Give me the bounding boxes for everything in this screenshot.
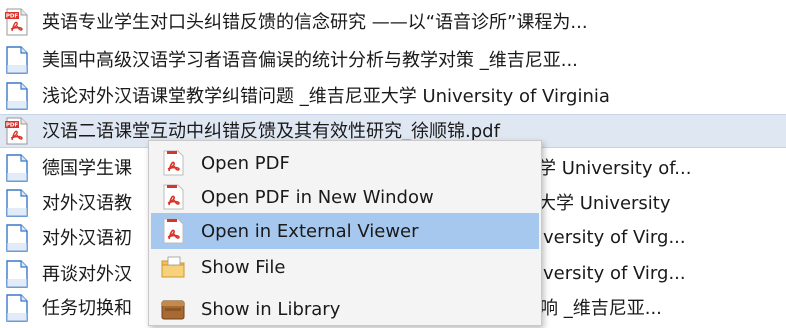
document-icon <box>4 189 30 217</box>
list-item-tail: iversity of Virg... <box>538 222 686 254</box>
menu-item-label: Open PDF in New Window <box>201 186 434 208</box>
library-icon <box>159 295 187 323</box>
list-item[interactable]: 对外汉语教 <box>4 187 132 219</box>
document-icon <box>4 82 30 110</box>
menu-item-label: Show in Library <box>201 298 341 320</box>
document-icon <box>4 294 30 322</box>
menu-item-open-pdf[interactable]: Open PDF <box>151 145 539 181</box>
menu-item-open-pdf-new-window[interactable]: Open PDF in New Window <box>151 179 539 215</box>
pdf-icon <box>159 183 187 211</box>
pdf-icon <box>159 217 187 245</box>
file-name-tail: 学 University of... <box>538 158 692 179</box>
folder-icon <box>159 253 187 281</box>
file-name: 英语专业学生对口头纠错反馈的信念研究 ——以“语音诊所”课程为... <box>42 12 588 33</box>
list-item[interactable]: 对外汉语初 <box>4 222 132 254</box>
menu-item-label: Show File <box>201 256 286 278</box>
document-icon <box>4 46 30 74</box>
file-name: 再谈对外汉 <box>42 264 132 285</box>
file-name: 任务切换和 <box>42 298 132 319</box>
file-name: 对外汉语初 <box>42 228 132 249</box>
file-name: 德国学生课 <box>42 158 132 179</box>
pdf-icon <box>159 149 187 177</box>
pdf-icon <box>4 8 30 36</box>
menu-item-show-file[interactable]: Show File <box>151 249 539 285</box>
context-menu: Open PDF Open PDF in New Window Open in … <box>148 140 542 326</box>
document-icon <box>4 154 30 182</box>
list-item[interactable]: 任务切换和 <box>4 292 132 324</box>
list-item-tail: 响 _维吉尼亚... <box>540 292 662 324</box>
list-item[interactable]: 再谈对外汉 <box>4 258 132 290</box>
file-name: 美国中高级汉语学习者语音偏误的统计分析与教学对策 _维吉尼亚... <box>42 50 578 71</box>
file-name-tail: 大学 University <box>538 193 671 214</box>
list-item[interactable]: 英语专业学生对口头纠错反馈的信念研究 ——以“语音诊所”课程为... <box>4 6 588 38</box>
file-name: 对外汉语教 <box>42 193 132 214</box>
menu-item-show-in-library[interactable]: Show in Library <box>151 291 539 327</box>
document-icon <box>4 260 30 288</box>
file-name-tail: iversity of Virg... <box>538 226 686 248</box>
list-item-tail: 大学 University <box>538 187 671 219</box>
document-icon <box>4 224 30 252</box>
pdf-icon <box>4 117 30 145</box>
file-name: 浅论对外汉语课堂教学纠错问题 _维吉尼亚大学 University of Vir… <box>42 86 610 107</box>
menu-item-label: Open PDF <box>201 152 290 174</box>
list-item[interactable]: 美国中高级汉语学习者语音偏误的统计分析与教学对策 _维吉尼亚... <box>4 44 578 76</box>
list-item-tail: 学 University of... <box>538 152 691 184</box>
menu-item-label: Open in External Viewer <box>201 220 419 242</box>
menu-item-open-external-viewer[interactable]: Open in External Viewer <box>151 213 539 249</box>
list-item[interactable]: 德国学生课 <box>4 152 132 184</box>
file-name-tail: 响 _维吉尼亚... <box>540 298 662 319</box>
list-item-tail: iversity of Virg... <box>538 258 686 290</box>
list-item[interactable]: 浅论对外汉语课堂教学纠错问题 _维吉尼亚大学 University of Vir… <box>4 80 610 112</box>
file-name-tail: iversity of Virg... <box>538 262 686 284</box>
